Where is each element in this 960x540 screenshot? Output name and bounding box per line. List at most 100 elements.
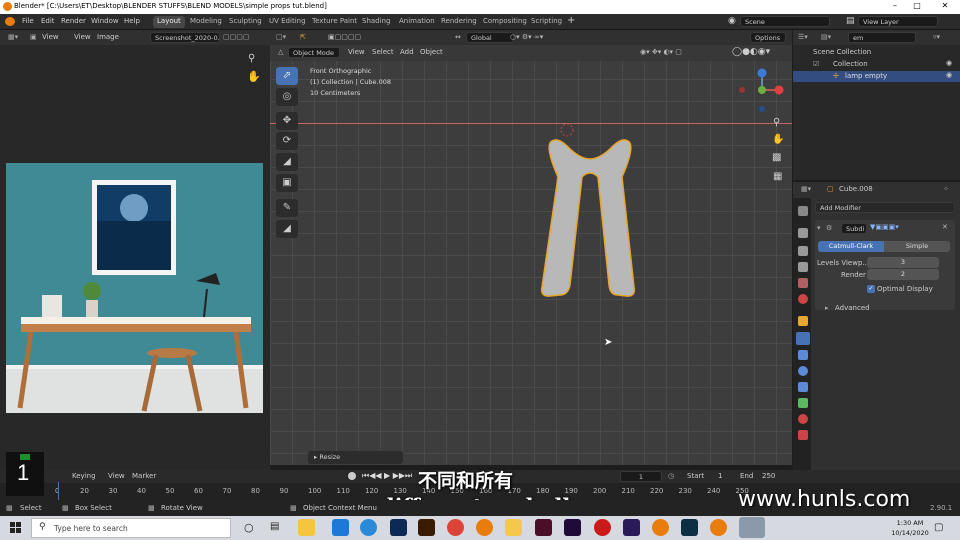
select-mode-icons[interactable]: ▣▢▢▢▢ [328, 33, 361, 41]
tab-catmull-clark[interactable]: Catmull-Clark [818, 241, 884, 252]
windows-start-icon[interactable] [10, 522, 21, 533]
task-view-icon[interactable]: ▤ [270, 521, 279, 532]
viewport-menu-view[interactable]: View [348, 48, 365, 56]
image-name-field[interactable]: Screenshot_2020-0... [150, 32, 220, 43]
menu-help[interactable]: Help [124, 17, 140, 25]
end-frame-field[interactable]: 250 [762, 472, 775, 480]
visibility-gizmo-overlay-icons[interactable]: ◉▾ ✥▾ ◐▾ ▢ [640, 48, 682, 56]
edge-taskbar-icon[interactable] [360, 519, 377, 536]
selected-object-mesh[interactable] [530, 117, 650, 307]
tool-cursor[interactable]: ◎ [276, 88, 298, 106]
menu-file[interactable]: File [22, 17, 34, 25]
cursor-icon[interactable]: ⇱ [300, 33, 306, 41]
blender-menu-icon[interactable] [5, 17, 15, 26]
transform-orientation-selector[interactable]: Global [466, 32, 514, 43]
navigation-gizmo[interactable] [728, 63, 788, 123]
maximize-button[interactable]: □ [910, 1, 924, 13]
indesign-taskbar-icon[interactable] [535, 519, 552, 536]
menu-image[interactable]: Image [97, 33, 119, 41]
texture-tab-icon[interactable] [798, 430, 808, 440]
world-tab-icon[interactable] [798, 294, 808, 304]
modifier-name-field[interactable]: Subdi [841, 223, 867, 234]
properties-type-icon[interactable]: ▦▾ [801, 185, 811, 193]
outliner-item-lamp-empty[interactable]: lamp empty [845, 72, 887, 80]
expand-chevron-icon[interactable]: ▸ [825, 304, 829, 312]
menu-edit[interactable]: Edit [41, 17, 55, 25]
data-tab-icon[interactable] [798, 398, 808, 408]
opera-taskbar-icon[interactable] [594, 519, 611, 536]
shading-mode-icons[interactable]: ◯●◐◉▾ [732, 47, 770, 57]
tool-annotate[interactable]: ✎ [276, 199, 298, 217]
pin-icon[interactable]: ✧ [943, 185, 949, 193]
photoshop-taskbar-icon[interactable] [390, 519, 407, 536]
tab-shading[interactable]: Shading [358, 16, 394, 28]
notification-icon[interactable]: ▢ [934, 522, 943, 533]
tab-scripting[interactable]: Scripting [527, 16, 566, 28]
render-tab-icon[interactable] [798, 228, 808, 238]
tool-select[interactable]: ⬀ [276, 67, 298, 85]
tab-layout[interactable]: Layout [153, 16, 185, 28]
active-blender-taskbar-icon[interactable] [739, 517, 765, 538]
view-layer-tab-icon[interactable] [798, 262, 808, 272]
options-button[interactable]: Options [750, 32, 786, 43]
timeline-menu-keying[interactable]: Keying [72, 472, 96, 480]
menu-view-mode[interactable]: View [42, 33, 59, 41]
material-tab-icon[interactable] [798, 414, 808, 424]
object-mode-selector[interactable]: Object Mode [288, 47, 340, 58]
blender-taskbar-icon[interactable] [476, 519, 493, 536]
premiere-taskbar-icon[interactable] [623, 519, 640, 536]
render-levels-field[interactable]: 2 [867, 269, 939, 280]
pivot-snap-proportional-icons[interactable]: ○▾ ⚙▾ ∞▾ [510, 33, 543, 41]
tool-measure[interactable]: ◢ [276, 220, 298, 238]
physics-tab-icon[interactable] [798, 366, 808, 376]
3d-viewport[interactable]: △ Object Mode View Select Add Object ◉▾ … [270, 45, 792, 465]
outliner-search-input[interactable]: em [848, 32, 916, 43]
tool-tab-icon[interactable] [798, 206, 808, 216]
checkbox-icon[interactable]: ☑ [813, 60, 819, 68]
add-workspace-icon[interactable]: + [567, 15, 575, 26]
tab-sculpting[interactable]: Sculpting [225, 16, 266, 28]
close-button[interactable]: ✕ [938, 1, 952, 13]
constraints-tab-icon[interactable] [798, 382, 808, 392]
blender-taskbar-icon-2[interactable] [652, 519, 669, 536]
lightroom-taskbar-icon[interactable] [681, 519, 698, 536]
menu-render[interactable]: Render [61, 17, 86, 25]
eye-icon[interactable]: ◉ [946, 71, 952, 79]
filter-icon[interactable]: ▿▾ [933, 33, 940, 41]
add-modifier-button[interactable]: Add Modifier [815, 202, 955, 213]
record-icon[interactable] [348, 472, 356, 480]
tab-animation[interactable]: Animation [395, 16, 439, 28]
viewport-menu-add[interactable]: Add [400, 48, 414, 56]
zoom-icon[interactable]: ⚲ [773, 117, 780, 128]
tool-scale[interactable]: ◢ [276, 153, 298, 171]
outliner-item-scene-collection[interactable]: Scene Collection [813, 48, 871, 56]
image-browse-icons[interactable]: ▢▢▢▢ [223, 33, 249, 41]
modifier-toggle-icons[interactable]: ▼▣▣▣▾ [870, 223, 899, 231]
folder-taskbar-icon[interactable] [505, 519, 522, 536]
object-tab-icon[interactable] [798, 316, 808, 326]
viewport-menu-select[interactable]: Select [372, 48, 394, 56]
tab-compositing[interactable]: Compositing [479, 16, 531, 28]
minimize-button[interactable]: – [888, 1, 902, 13]
tab-rendering[interactable]: Rendering [437, 16, 481, 28]
display-mode-icon[interactable]: ▤▾ [821, 33, 831, 41]
tool-rotate[interactable]: ⟳ [276, 132, 298, 150]
remove-modifier-icon[interactable]: ✕ [942, 223, 948, 231]
tab-modeling[interactable]: Modeling [186, 16, 226, 28]
file-explorer-taskbar-icon[interactable] [298, 519, 315, 536]
scene-selector[interactable]: Scene [740, 16, 830, 27]
illustrator-taskbar-icon[interactable] [418, 519, 435, 536]
after-effects-taskbar-icon[interactable] [564, 519, 581, 536]
cortana-icon[interactable]: ○ [244, 521, 254, 534]
levels-viewport-field[interactable]: 3 [867, 257, 939, 268]
timeline-menu-view[interactable]: View [108, 472, 125, 480]
output-tab-icon[interactable] [798, 246, 808, 256]
viewport-menu-object[interactable]: Object [420, 48, 443, 56]
operator-panel-resize[interactable]: ▸ Resize [308, 451, 403, 464]
tab-uv-editing[interactable]: UV Editing [265, 16, 310, 28]
advanced-subpanel[interactable]: Advanced [835, 304, 870, 312]
scene-tab-icon[interactable] [798, 278, 808, 288]
viewport-editor-type-icon[interactable]: □▾ [276, 33, 286, 41]
particles-tab-icon[interactable] [798, 350, 808, 360]
playback-controls-icons[interactable]: ⏮◀◀ ▶ ▶▶⏭ [362, 471, 412, 481]
